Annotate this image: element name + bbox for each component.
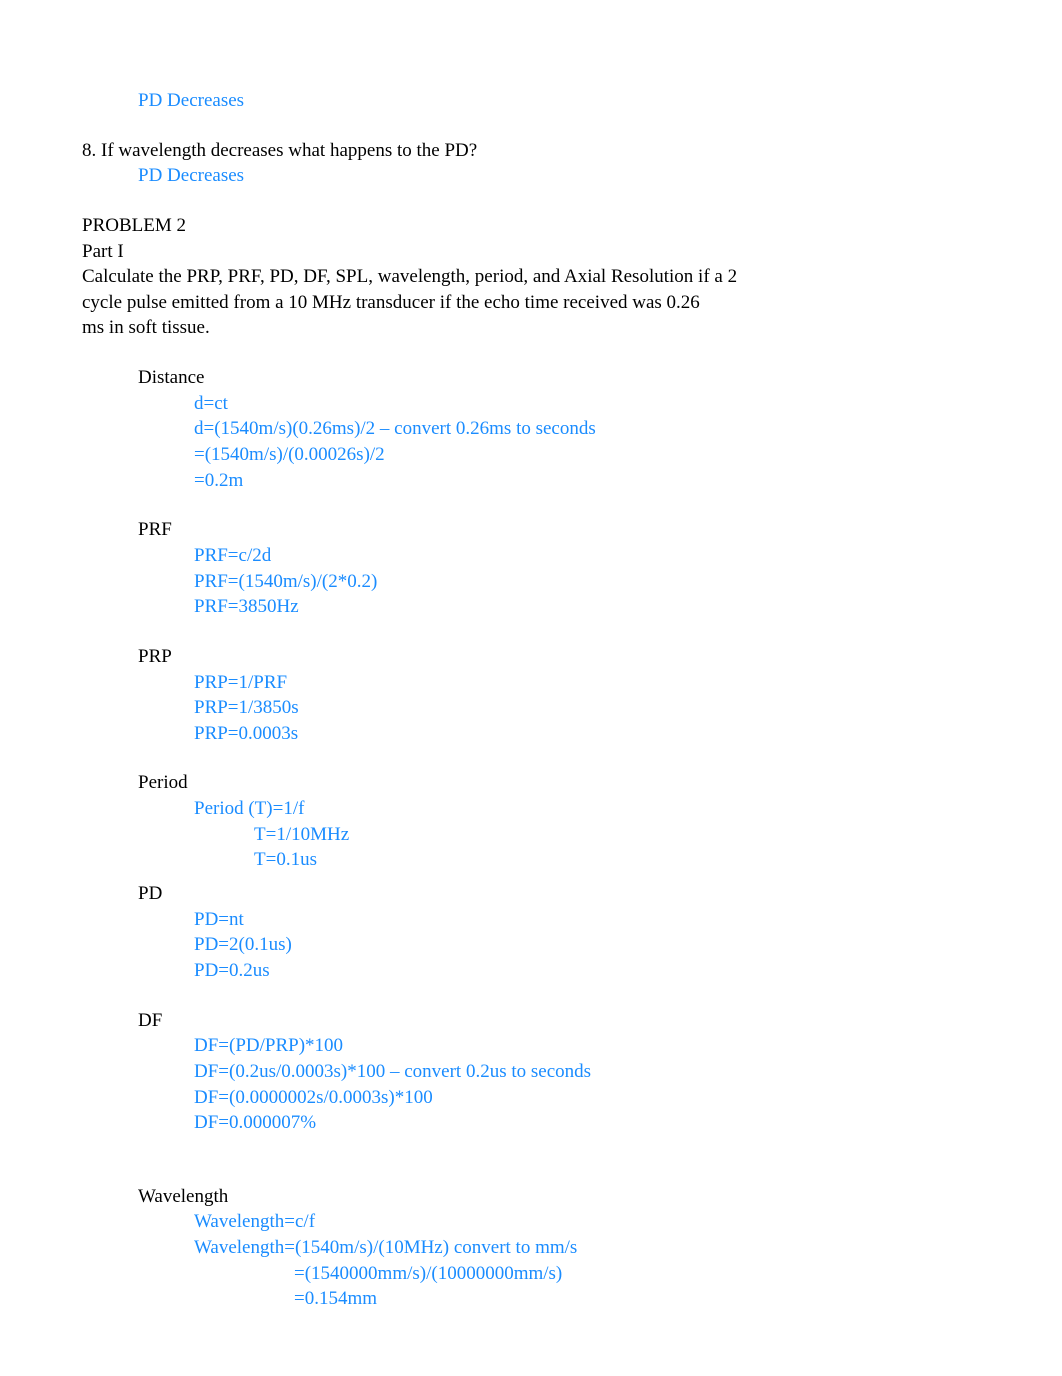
problem2-part-label: Part I: [82, 239, 980, 265]
distance-heading: Distance: [82, 365, 980, 391]
wavelength-line: =(1540000mm/s)/(10000000mm/s): [82, 1261, 980, 1287]
df-heading: DF: [82, 1008, 980, 1034]
prf-line: PRF=(1540m/s)/(2*0.2): [82, 569, 980, 595]
prp-line: PRP=1/PRF: [82, 670, 980, 696]
distance-line: d=(1540m/s)(0.26ms)/2 – convert 0.26ms t…: [82, 416, 980, 442]
df-line: DF=(0.2us/0.0003s)*100 – convert 0.2us t…: [82, 1059, 980, 1085]
problem2-prompt-line3: ms in soft tissue.: [82, 315, 980, 341]
df-line: DF=0.000007%: [82, 1110, 980, 1136]
problem2-prompt-line2: cycle pulse emitted from a 10 MHz transd…: [82, 290, 980, 316]
distance-line: =0.2m: [82, 468, 980, 494]
period-heading: Period: [82, 770, 980, 796]
wavelength-line: Wavelength=c/f: [82, 1209, 980, 1235]
period-line: T=1/10MHz: [82, 822, 980, 848]
pd-line: PD=nt: [82, 907, 980, 933]
period-line: Period (T)=1/f: [82, 796, 980, 822]
q7-answer: PD Decreases: [82, 88, 980, 114]
period-line: T=0.1us: [82, 847, 980, 873]
problem2-title: PROBLEM 2: [82, 213, 980, 239]
pd-heading: PD: [82, 881, 980, 907]
wavelength-line: =0.154mm: [82, 1286, 980, 1312]
prp-line: PRP=1/3850s: [82, 695, 980, 721]
prf-line: PRF=3850Hz: [82, 594, 980, 620]
q8-answer: PD Decreases: [82, 163, 980, 189]
wavelength-heading: Wavelength: [82, 1184, 980, 1210]
wavelength-line: Wavelength=(1540m/s)/(10MHz) convert to …: [82, 1235, 980, 1261]
df-line: DF=(0.0000002s/0.0003s)*100: [82, 1085, 980, 1111]
prf-heading: PRF: [82, 517, 980, 543]
distance-line: =(1540m/s)/(0.00026s)/2: [82, 442, 980, 468]
q8-question: 8. If wavelength decreases what happens …: [82, 138, 980, 164]
pd-line: PD=2(0.1us): [82, 932, 980, 958]
df-line: DF=(PD/PRP)*100: [82, 1033, 980, 1059]
prp-line: PRP=0.0003s: [82, 721, 980, 747]
problem2-prompt-line1: Calculate the PRP, PRF, PD, DF, SPL, wav…: [82, 264, 980, 290]
prp-heading: PRP: [82, 644, 980, 670]
distance-line: d=ct: [82, 391, 980, 417]
prf-line: PRF=c/2d: [82, 543, 980, 569]
pd-line: PD=0.2us: [82, 958, 980, 984]
